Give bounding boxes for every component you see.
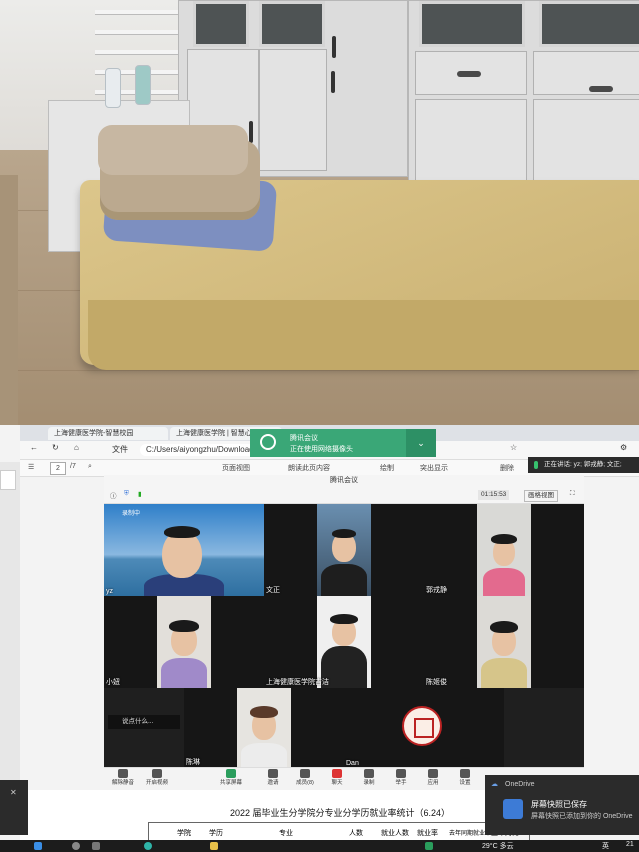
page-view-button[interactable]: 页面视图 xyxy=(222,463,250,473)
home-icon[interactable]: ⌂ xyxy=(74,443,79,452)
contents-icon[interactable]: ☰ xyxy=(28,463,34,471)
participant-name: 陈姬俊 xyxy=(426,679,447,686)
toast-subtitle: 正在使用网络摄像头 xyxy=(290,446,353,453)
table-header-cell: 人数 xyxy=(349,830,363,837)
highlight-button[interactable]: 突出显示 xyxy=(420,463,448,473)
browser-tab[interactable]: 上海健康医学院-智慧校园 xyxy=(48,427,168,440)
mute-button[interactable]: 解除静音 xyxy=(108,769,138,786)
apps-button[interactable]: 应用 xyxy=(418,769,448,786)
weather-text: 29°C 多云 xyxy=(482,843,514,850)
signal-icon: ▮ xyxy=(138,491,142,498)
delete-button[interactable]: 删除 xyxy=(500,463,514,473)
settings-icon[interactable]: ⚙ xyxy=(620,443,627,452)
notification-body: 屏幕快照已添加到你的 OneDrive xyxy=(531,813,633,820)
refresh-icon[interactable]: ↻ xyxy=(52,443,59,452)
avatar xyxy=(402,706,442,746)
favorite-icon[interactable]: ☆ xyxy=(510,443,517,452)
participant-name: 郭戎静 xyxy=(426,587,447,594)
video-tile-guorongjing[interactable]: 郭戎静 xyxy=(424,504,584,596)
fullscreen-icon[interactable]: ⛶ xyxy=(570,490,575,498)
back-icon[interactable]: ← xyxy=(30,443,38,452)
meeting-info-bar: ⓘ ⛨ ▮ 01:15:53 画格视图 ⛶ xyxy=(104,487,584,504)
members-button[interactable]: 成员(8) xyxy=(290,769,320,786)
onedrive-notification[interactable]: ☁ OneDrive 屏幕快照已保存 屏幕快照已添加到你的 OneDrive xyxy=(485,775,639,835)
read-aloud-button[interactable]: 朗读此页内容 xyxy=(288,463,330,473)
close-icon[interactable]: ✕ xyxy=(10,788,17,797)
recording-label: 录制中 xyxy=(122,511,141,517)
settings-button[interactable]: 设置 xyxy=(450,769,480,786)
raise-hand-button[interactable]: 举手 xyxy=(386,769,416,786)
toast-title: 腾讯会议 xyxy=(290,435,318,442)
page-total: /7 xyxy=(70,463,76,470)
document-title: 2022 届毕业生分学院分专业分学历就业率统计（6.24） xyxy=(230,808,451,818)
taskview-icon[interactable] xyxy=(92,842,100,850)
share-screen-button[interactable]: 共享屏幕 xyxy=(216,769,246,786)
participant-name: 陈琳 xyxy=(186,759,200,766)
notification-app: OneDrive xyxy=(505,781,535,788)
invite-button[interactable]: 邀请 xyxy=(258,769,288,786)
meeting-timer: 01:15:53 xyxy=(478,490,510,500)
video-tile-chenjijun[interactable]: 陈姬俊 xyxy=(424,596,584,688)
tencent-meeting-icon[interactable] xyxy=(425,842,433,850)
table-header-cell: 就业率 xyxy=(417,830,438,837)
folded-towel xyxy=(98,125,248,175)
video-tile-xiaoniu[interactable]: 小妞 xyxy=(104,596,264,688)
video-button[interactable]: 开启视频 xyxy=(142,769,172,786)
clock[interactable]: 21 xyxy=(626,841,634,848)
windows-start-icon[interactable] xyxy=(34,842,42,850)
record-button[interactable]: 录制 xyxy=(354,769,384,786)
screenshot-icon xyxy=(503,799,523,819)
table-header-cell: 专业 xyxy=(279,830,293,837)
video-tile-jijie[interactable]: 上海健康医学院吉洁 xyxy=(264,596,424,688)
bottle xyxy=(135,65,151,105)
video-tile-yz[interactable]: 录制中 yz xyxy=(104,504,264,596)
language-indicator[interactable]: 英 xyxy=(602,841,609,851)
windows-taskbar: 29°C 多云 英 21 xyxy=(0,840,639,852)
table-header-cell: 就业人数 xyxy=(381,830,409,837)
left-sidebar-strip xyxy=(0,462,20,792)
cabinet-right xyxy=(408,0,639,187)
explorer-icon[interactable] xyxy=(210,842,218,850)
camera-icon xyxy=(260,434,276,450)
participant-name: 文正 xyxy=(266,587,280,594)
edge-icon[interactable] xyxy=(144,842,152,850)
video-tile-wenzheng[interactable]: 文正 xyxy=(264,504,424,596)
notification-stub: ✕ xyxy=(0,780,28,835)
bottle xyxy=(105,68,121,108)
left-edge xyxy=(0,175,18,430)
table-header-cell: 学院 xyxy=(177,830,191,837)
bed-edge xyxy=(88,300,639,370)
search-icon[interactable] xyxy=(72,842,80,850)
table-header-cell: 学历 xyxy=(209,830,223,837)
onedrive-icon: ☁ xyxy=(491,781,498,788)
chat-input-popup[interactable]: 说点什么... xyxy=(108,715,180,729)
file-label: 文件 xyxy=(112,445,128,454)
chat-button[interactable]: 聊天 xyxy=(322,769,352,786)
shield-icon: ⛨ xyxy=(124,490,129,497)
meeting-title: 腾讯会议 xyxy=(104,475,584,487)
draw-button[interactable]: 绘制 xyxy=(380,463,394,473)
participant-name: 小妞 xyxy=(106,679,120,686)
video-tile-chenlin[interactable]: 陈琳 xyxy=(184,688,344,768)
sidebar-page-thumb[interactable] xyxy=(0,470,16,490)
room-photo xyxy=(0,0,639,430)
video-tile-dan[interactable]: Dan xyxy=(344,688,504,768)
participant-name: yz xyxy=(106,588,113,595)
participant-name: 上海健康医学院吉洁 xyxy=(266,679,329,686)
participant-name: Dan xyxy=(346,760,359,767)
page-number-input[interactable]: 2 xyxy=(50,462,66,475)
notification-title: 屏幕快照已保存 xyxy=(531,800,587,809)
meeting-window: 腾讯会议 ⓘ ⛨ ▮ 01:15:53 画格视图 ⛶ 录制中 yz 文正 郭戎静… xyxy=(104,475,584,782)
info-icon[interactable]: ⓘ xyxy=(110,490,117,500)
tencent-camera-toast[interactable]: 腾讯会议 正在使用网络摄像头 ⌄ xyxy=(250,429,436,457)
search-icon[interactable]: ⌕ xyxy=(88,463,92,471)
chevron-down-icon[interactable]: ⌄ xyxy=(406,429,436,457)
speaking-banner: 正在讲话: yz; 郭戎静; 文正; xyxy=(528,457,639,473)
view-toggle-button[interactable]: 画格视图 xyxy=(524,490,558,502)
